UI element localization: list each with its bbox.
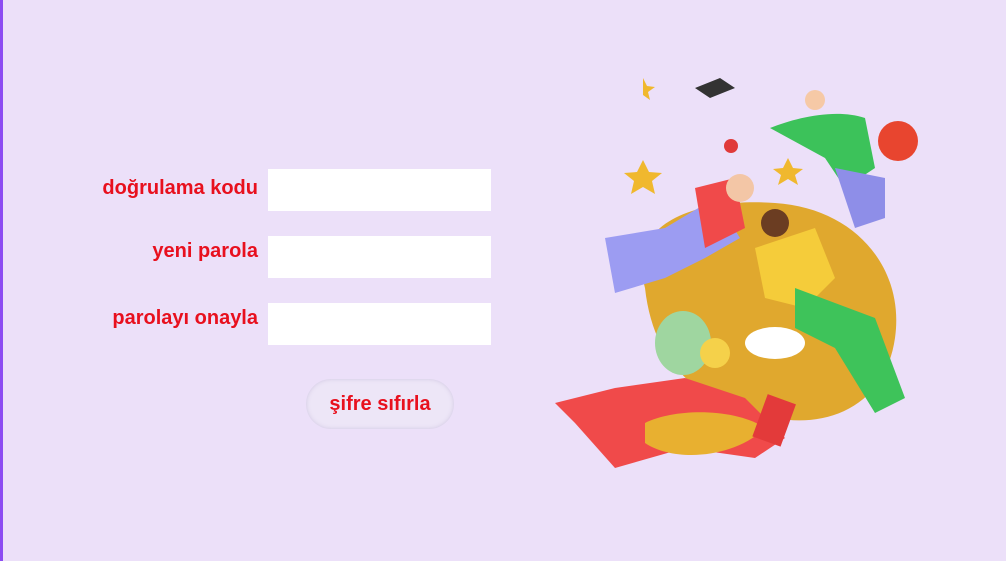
confirm-password-input[interactable] [268,303,491,345]
left-accent-border [0,0,3,561]
reset-password-button[interactable]: şifre sıfırla [306,379,454,429]
confirm-password-label: parolayı onayla [112,307,258,329]
verification-code-label: doğrulama kodu [102,177,258,199]
verification-code-input[interactable] [268,169,491,211]
new-password-label: yeni parola [152,240,258,262]
new-password-input[interactable] [268,236,491,278]
students-illustration [555,78,918,468]
